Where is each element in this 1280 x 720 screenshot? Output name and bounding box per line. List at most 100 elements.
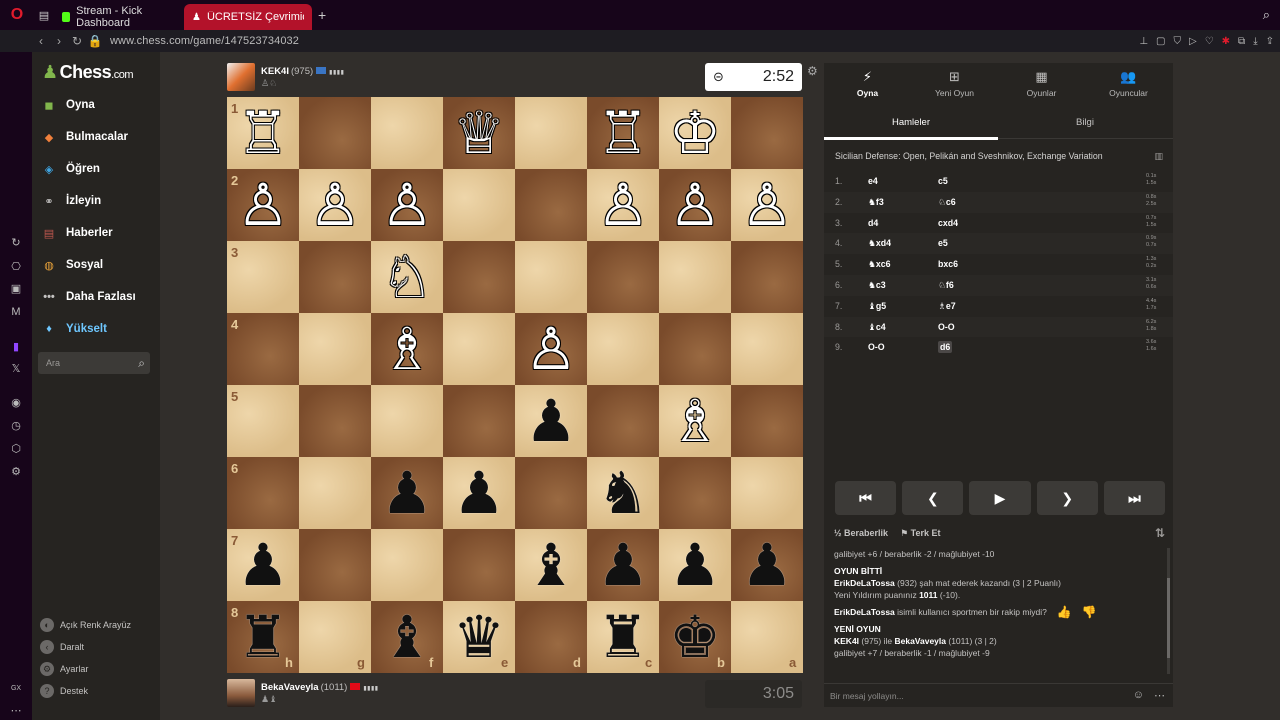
white-move[interactable]: ♞c3: [868, 280, 886, 291]
sidebar-item-1[interactable]: ◼ Oyna: [40, 94, 94, 116]
bag-icon[interactable]: ⎔: [9, 260, 23, 274]
board-square[interactable]: [659, 313, 731, 385]
black-pawn-icon[interactable]: ♟: [443, 457, 515, 529]
avatar[interactable]: [227, 63, 255, 91]
white-move[interactable]: ♝c4: [868, 322, 886, 333]
url-field[interactable]: www.chess.com/game/147523734032: [110, 35, 299, 47]
white-move[interactable]: e4: [868, 176, 878, 186]
black-pawn-icon[interactable]: ♟: [227, 529, 299, 601]
board-square[interactable]: [299, 529, 371, 601]
white-rook-icon[interactable]: ♖: [587, 97, 659, 169]
board-square[interactable]: [731, 97, 803, 169]
white-pawn-icon[interactable]: ♙: [371, 169, 443, 241]
thumbs-up-icon[interactable]: 👍: [1057, 606, 1072, 618]
white-move[interactable]: O-O: [868, 342, 885, 352]
white-move[interactable]: ♝g5: [868, 301, 886, 312]
board-square[interactable]: [587, 385, 659, 457]
sidebar-item-8[interactable]: ♦ Yükselt: [40, 318, 107, 340]
black-move[interactable]: d6: [938, 341, 953, 354]
white-pawn-icon[interactable]: ♙: [515, 313, 587, 385]
white-pawn-icon[interactable]: ♙: [227, 169, 299, 241]
browser-tab-chess[interactable]: ♟ ÜCRETSİZ Çevrimiçi Satra: [184, 4, 312, 30]
board-square[interactable]: [299, 97, 371, 169]
new-tab-button[interactable]: +: [318, 7, 326, 23]
chess-board[interactable]: 1 2 3 4 5 6 7 8 h g f e d c b a ♔ ♖ ♕ ♖ ♙ ♙ ♙ ♙ ♙ ♙ ♘ ♙ ♗ ♗ ♟ ♞ ♟ ♟ ♟ ♟ ♟ ♝ ♟ ♚…: [227, 97, 803, 673]
sidebar-bottom-item-4[interactable]: ? Destek: [40, 684, 88, 698]
board-square[interactable]: [515, 241, 587, 313]
player-name[interactable]: BekaVaveyla: [261, 682, 319, 693]
board-square[interactable]: [443, 313, 515, 385]
black-queen-icon[interactable]: ♛: [443, 601, 515, 673]
ai-icon[interactable]: ▣: [9, 282, 23, 296]
white-knight-icon[interactable]: ♘: [371, 241, 443, 313]
player-icon[interactable]: ◉: [9, 396, 23, 410]
board-square[interactable]: [731, 241, 803, 313]
sidebar-item-2[interactable]: ◆ Bulmacalar: [40, 126, 128, 148]
board-square[interactable]: [659, 241, 731, 313]
white-pawn-icon[interactable]: ♙: [659, 169, 731, 241]
board-square[interactable]: [515, 169, 587, 241]
thumbs-down-icon[interactable]: 👎: [1082, 606, 1097, 618]
white-move[interactable]: ♞xd4: [868, 238, 891, 249]
white-king-icon[interactable]: ♔: [659, 97, 731, 169]
sidebar-item-4[interactable]: ⚭ İzleyin: [40, 190, 101, 212]
flip-board-icon[interactable]: ⇅: [1155, 526, 1165, 540]
board-square[interactable]: [299, 457, 371, 529]
chat-scrollbar[interactable]: [1167, 548, 1170, 674]
sidebar-item-3[interactable]: ◈ Öğren: [40, 158, 100, 180]
black-pawn-icon[interactable]: ♟: [587, 529, 659, 601]
board-square[interactable]: [587, 313, 659, 385]
black-move[interactable]: ♘c6: [938, 197, 956, 208]
black-move[interactable]: c5: [938, 176, 948, 186]
board-square[interactable]: [299, 241, 371, 313]
black-move[interactable]: bxc6: [938, 259, 958, 269]
white-bishop-icon[interactable]: ♗: [371, 313, 443, 385]
history-icon[interactable]: ↻: [9, 236, 23, 250]
panel-tab-1[interactable]: ⚡ Oyna: [824, 63, 911, 103]
white-move[interactable]: ♞f3: [868, 197, 884, 208]
scrollbar-thumb[interactable]: [1167, 578, 1170, 658]
draw-button[interactable]: ½ Beraberlik: [834, 528, 888, 538]
board-square[interactable]: [731, 457, 803, 529]
sidebar-bottom-item-3[interactable]: ⚙ Ayarlar: [40, 662, 88, 676]
white-pawn-icon[interactable]: ♙: [299, 169, 371, 241]
board-square[interactable]: [515, 457, 587, 529]
more-icon[interactable]: ⋯: [1154, 689, 1165, 702]
board-square[interactable]: [731, 313, 803, 385]
white-move[interactable]: d4: [868, 218, 878, 228]
puzzle-icon[interactable]: ⧉: [1238, 36, 1245, 47]
browser-tab-kick[interactable]: Stream - Kick Dashboard: [54, 4, 184, 30]
avatar[interactable]: [227, 679, 255, 707]
heart-icon[interactable]: ♡: [1205, 36, 1214, 47]
board-square[interactable]: [731, 385, 803, 457]
white-pawn-icon[interactable]: ♙: [731, 169, 803, 241]
white-queen-icon[interactable]: ♕: [443, 97, 515, 169]
black-pawn-icon[interactable]: ♟: [371, 457, 443, 529]
opening-name[interactable]: Sicilian Defense: Open, Pelikán and Sves…: [835, 151, 1103, 161]
black-pawn-icon[interactable]: ♟: [659, 529, 731, 601]
emoji-icon[interactable]: ☺: [1133, 689, 1144, 702]
sidebar-item-7[interactable]: ••• Daha Fazlası: [40, 286, 135, 308]
black-bishop-icon[interactable]: ♝: [515, 529, 587, 601]
clock-icon[interactable]: ◷: [9, 419, 23, 433]
browser-search-icon[interactable]: ⌕: [1263, 7, 1270, 23]
board-square[interactable]: [371, 529, 443, 601]
next-move-button[interactable]: ❯: [1036, 481, 1098, 515]
gx-icon[interactable]: GX: [9, 682, 23, 696]
twitch-icon[interactable]: ▮: [9, 340, 23, 354]
black-rook-icon[interactable]: ♜: [227, 601, 299, 673]
black-pawn-icon[interactable]: ♟: [731, 529, 803, 601]
panel-tab-4[interactable]: 👥 Oyuncular: [1085, 63, 1172, 103]
tab-info[interactable]: Bilgi: [1076, 117, 1094, 128]
black-move[interactable]: ♗e7: [938, 301, 956, 312]
black-move[interactable]: ♘f6: [938, 280, 954, 291]
board-square[interactable]: [443, 169, 515, 241]
player-name[interactable]: KEK4I: [261, 66, 289, 77]
pin-icon[interactable]: ⊥: [1139, 36, 1148, 47]
x-icon[interactable]: 𝕏: [9, 362, 23, 376]
white-move[interactable]: ♞xc6: [868, 259, 891, 270]
reload-icon[interactable]: ↻: [68, 34, 86, 48]
black-king-icon[interactable]: ♚: [659, 601, 731, 673]
sidebar-item-5[interactable]: ▤ Haberler: [40, 222, 113, 244]
chess-logo[interactable]: ♟ Chess.com: [42, 62, 134, 83]
